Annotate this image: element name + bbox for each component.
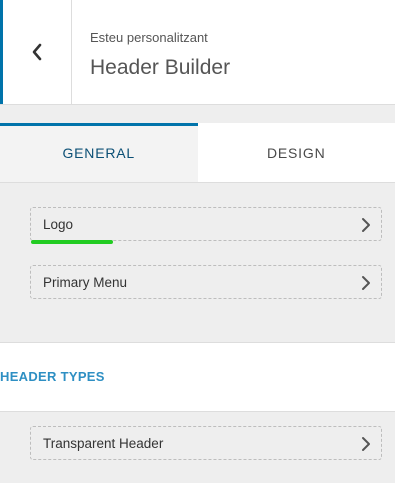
section-header: HEADER TYPES xyxy=(0,342,395,412)
chevron-right-icon xyxy=(361,275,371,296)
back-button[interactable] xyxy=(0,0,72,104)
chevron-right-icon xyxy=(361,217,371,238)
tab-general[interactable]: GENERAL xyxy=(0,123,198,182)
tab-design[interactable]: DESIGN xyxy=(197,123,395,182)
list-item-label: Primary Menu xyxy=(43,274,128,290)
chevron-left-icon xyxy=(31,43,43,61)
list-item-logo[interactable]: Logo xyxy=(30,207,382,241)
list-item-label: Logo xyxy=(43,216,74,232)
page-title: Header Builder xyxy=(90,56,231,79)
customizer-header: Esteu personalitzant Header Builder xyxy=(0,0,395,105)
list-item-transparent-header[interactable]: Transparent Header xyxy=(30,426,382,460)
list-item-label: Transparent Header xyxy=(43,435,164,451)
chevron-right-icon xyxy=(361,436,371,457)
section-title: HEADER TYPES xyxy=(0,369,105,384)
header-text: Esteu personalitzant Header Builder xyxy=(90,30,230,81)
tab-bar: GENERAL DESIGN xyxy=(0,123,395,183)
components-list: Logo Primary Menu xyxy=(0,183,395,341)
highlight-underline xyxy=(31,240,113,244)
header-types-list: Transparent Header xyxy=(0,412,395,483)
list-item-primary-menu[interactable]: Primary Menu xyxy=(30,265,382,299)
breadcrumb: Esteu personalitzant xyxy=(90,30,208,45)
